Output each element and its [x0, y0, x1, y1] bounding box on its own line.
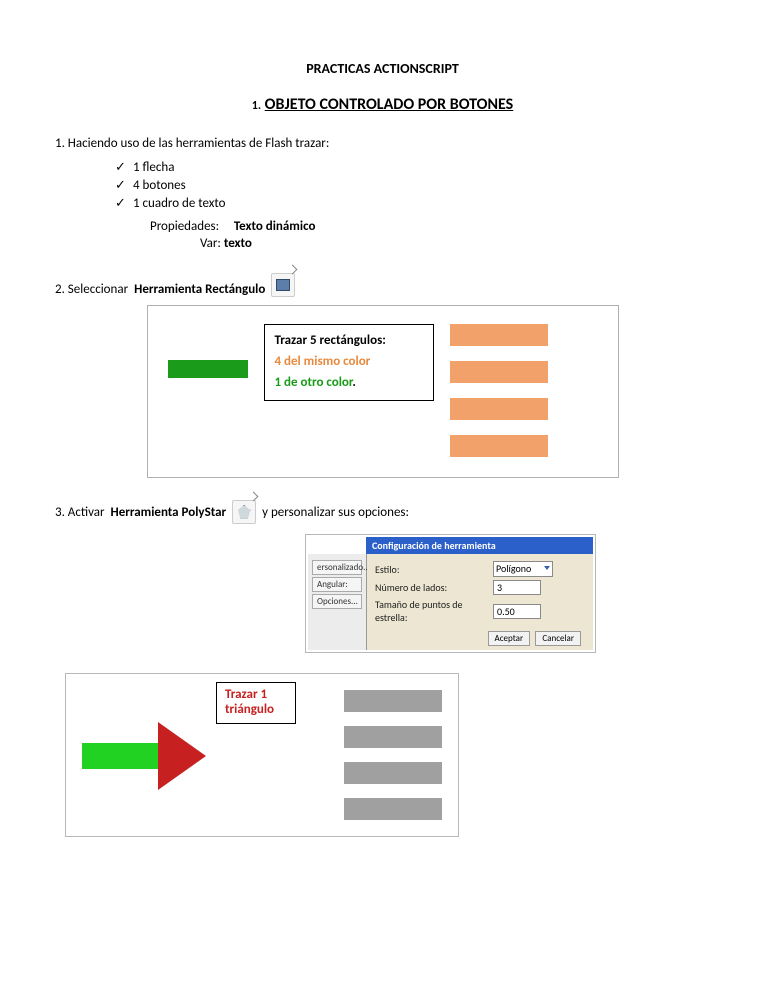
tri-instr-line2: triángulo [225, 702, 287, 717]
orange-rectangle [450, 435, 548, 457]
bullet-item: ✓4 botones [115, 177, 710, 193]
grey-button [344, 726, 442, 748]
dialog-row-starsize: Tamaño de puntos de estrella: 0.50 [375, 598, 587, 624]
dialog-body: ersonalizado... Angular: Opciones... Est… [308, 554, 593, 650]
step2-tool: Herramienta Rectángulo [134, 282, 265, 297]
dialog-left-panel: ersonalizado... Angular: Opciones... [308, 554, 367, 650]
side-button[interactable]: ersonalizado... [312, 560, 362, 575]
instr-line1: 4 del mismo color [275, 354, 423, 369]
side-button[interactable]: Opciones... [312, 594, 362, 609]
dialog-buttons: Aceptar Cancelar [375, 627, 587, 648]
arrow-shaft [82, 743, 162, 769]
grey-button-stack [344, 686, 442, 820]
bullet-item: ✓1 cuadro de texto [115, 195, 710, 211]
properties-line: Propiedades: Texto dinámico [150, 219, 710, 234]
prop-value: Texto dinámico [234, 219, 316, 234]
page-title: PRACTICAS ACTIONSCRIPT [55, 60, 710, 77]
step3-tool: Herramienta PolyStar [111, 505, 227, 520]
polygon-glyph-icon [237, 505, 251, 519]
var-label: Var: [200, 236, 221, 251]
orange-rectangle [450, 324, 548, 346]
style-select[interactable]: Polígono [493, 561, 553, 577]
step3-suffix: y personalizar sus opciones: [262, 505, 409, 520]
instruction-box: Trazar 5 rectángulos: 4 del mismo color … [264, 324, 434, 401]
prop-label: Propiedades: [150, 219, 219, 234]
step3-prefix: 3. Activar [55, 505, 105, 520]
check-icon: ✓ [115, 195, 133, 211]
step2-line: 2. Seleccionar Herramienta Rectángulo [55, 273, 710, 297]
step1-intro: 1. Haciendo uso de las herramientas de F… [55, 136, 710, 151]
dialog-right-panel: Estilo: Polígono Número de lados: 3 Tama… [367, 554, 593, 650]
section-heading: 1. OBJETO CONTROLADO POR BOTONES [55, 95, 710, 114]
grey-button [344, 690, 442, 712]
green-rectangle [168, 360, 248, 378]
dialog-titlebar: Configuración de herramienta [366, 537, 593, 554]
instr-title: Trazar 5 rectángulos: [275, 333, 423, 348]
figure-rectangles: Trazar 5 rectángulos: 4 del mismo color … [147, 305, 619, 478]
bullet-item: ✓1 flecha [115, 159, 710, 175]
fig1-left [168, 360, 248, 378]
arrow-head-triangle [158, 722, 206, 790]
step2-prefix: 2. Seleccionar [55, 282, 128, 297]
ok-button[interactable]: Aceptar [488, 631, 531, 646]
side-button[interactable]: Angular: [312, 577, 362, 592]
check-icon: ✓ [115, 177, 133, 193]
dialog-row-style: Estilo: Polígono [375, 561, 587, 577]
triangle-instruction-box: Trazar 1 triángulo [216, 682, 296, 724]
orange-rectangle [450, 361, 548, 383]
dialog-row-sides: Número de lados: 3 [375, 580, 587, 595]
orange-rectangle [450, 398, 548, 420]
tri-instr-line1: Trazar 1 [225, 687, 287, 702]
document-page: PRACTICAS ACTIONSCRIPT 1. OBJETO CONTROL… [0, 0, 765, 877]
cancel-button[interactable]: Cancelar [535, 631, 581, 646]
style-label: Estilo: [375, 563, 493, 576]
instr-line2: 1 de otro color. [275, 375, 423, 390]
check-icon: ✓ [115, 159, 133, 175]
step3-line: 3. Activar Herramienta PolyStar y person… [55, 500, 710, 524]
bullet-text: 1 flecha [133, 160, 174, 175]
sides-input[interactable]: 3 [493, 580, 541, 595]
arrow-shape [82, 722, 206, 790]
orange-rect-stack [450, 324, 548, 457]
rectangle-tool-icon [271, 273, 295, 297]
var-value: texto [224, 236, 252, 251]
section-title: OBJETO CONTROLADO POR BOTONES [265, 95, 514, 114]
section-number: 1. [252, 99, 261, 113]
grey-button [344, 762, 442, 784]
figure-arrow-buttons: Trazar 1 triángulo [65, 673, 459, 837]
var-line: Var: texto [200, 236, 710, 251]
grey-button [344, 798, 442, 820]
rect-glyph-icon [276, 279, 290, 291]
bullet-text: 4 botones [133, 178, 186, 193]
step1-bullets: ✓1 flecha ✓4 botones ✓1 cuadro de texto [115, 159, 710, 211]
figure-dialog: Configuración de herramienta ersonalizad… [305, 534, 596, 653]
bullet-text: 1 cuadro de texto [133, 196, 226, 211]
sides-label: Número de lados: [375, 581, 493, 594]
starsize-input[interactable]: 0.50 [493, 604, 541, 619]
polystar-tool-icon [232, 500, 256, 524]
starsize-label: Tamaño de puntos de estrella: [375, 598, 493, 624]
